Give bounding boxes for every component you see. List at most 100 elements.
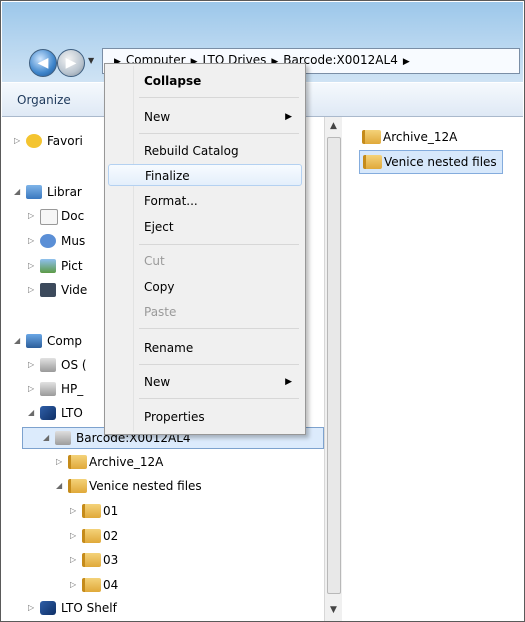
menu-item-label: Rebuild Catalog (144, 144, 239, 158)
tree-item-label: Vide (61, 283, 88, 297)
content-pane: Archive_12A Venice nested files (342, 117, 523, 621)
tree-item[interactable]: ◢ Venice nested files (56, 476, 302, 496)
expand-triangle-icon[interactable]: ▷ (28, 355, 38, 375)
forward-arrow-icon: ▶ (65, 55, 77, 71)
tree-item[interactable]: ▷ LTO Shelf (28, 598, 302, 618)
expand-triangle-icon[interactable]: ▷ (70, 526, 80, 546)
tree-item-label: 04 (103, 578, 119, 592)
menu-item-label: Finalize (145, 169, 190, 183)
drive-icon (40, 382, 56, 396)
tree-item[interactable]: ▷ 04 (70, 575, 302, 595)
lto-icon (40, 601, 56, 615)
tree-item[interactable]: ▷ 03 (70, 550, 302, 570)
menu-separator (139, 133, 299, 134)
tree-item-label: 03 (103, 553, 119, 567)
menu-item-label: Collapse (144, 74, 202, 88)
tree-item-label: Pict (61, 259, 83, 273)
explorer-window: ◀ ▶ ▼ ▶ Computer ▶ LTO Drives ▶ Barcode:X0012… (0, 0, 525, 622)
menu-item-collapse[interactable]: Collapse (108, 70, 302, 92)
tree-item[interactable]: ▷ 02 (70, 526, 302, 546)
submenu-arrow-icon: ▶ (285, 377, 292, 387)
folder-icon (82, 529, 101, 543)
expand-triangle-icon[interactable]: ▷ (28, 231, 38, 251)
tree-item-label: LTO Shelf (61, 601, 117, 615)
tree-item-label: Librar (47, 185, 82, 199)
tree-item-label: Archive_12A (89, 455, 164, 469)
menu-item-label: Format... (144, 194, 198, 208)
organize-button[interactable]: Organize (17, 93, 71, 107)
folder-icon (82, 553, 101, 567)
navigation-scrollbar[interactable]: ▲ ▼ (324, 117, 343, 621)
folder-icon (82, 504, 101, 518)
expand-triangle-icon[interactable]: ▷ (28, 598, 38, 618)
menu-item-rebuild-catalog[interactable]: Rebuild Catalog (108, 140, 302, 162)
menu-item-paste[interactable]: Paste (108, 301, 302, 323)
content-item-label: Archive_12A (383, 130, 458, 144)
folder-icon (362, 130, 381, 144)
menu-item-copy[interactable]: Copy (108, 276, 302, 298)
menu-item-format[interactable]: Format... (108, 190, 302, 212)
collapse-triangle-icon[interactable]: ◢ (28, 403, 38, 423)
star-icon (26, 134, 42, 148)
pict-icon (40, 259, 56, 273)
lto-icon (40, 406, 56, 420)
expand-triangle-icon[interactable]: ▷ (28, 256, 38, 276)
submenu-arrow-icon: ▶ (285, 112, 292, 122)
menu-item-label: Paste (144, 305, 177, 319)
forward-button[interactable]: ▶ (57, 49, 85, 77)
collapse-triangle-icon[interactable]: ◢ (43, 428, 53, 448)
tree-item-label: Comp (47, 334, 83, 348)
expand-triangle-icon[interactable]: ▷ (70, 575, 80, 595)
music-icon (40, 234, 56, 248)
content-item-label: Venice nested files (384, 155, 497, 169)
menu-separator (139, 364, 299, 365)
menu-item-cut[interactable]: Cut (108, 250, 302, 272)
tree-item-label: Mus (61, 234, 86, 248)
content-item[interactable]: Archive_12A (359, 126, 462, 148)
folder-icon (82, 578, 101, 592)
computer-icon (26, 334, 42, 348)
menu-item-new-2[interactable]: New ▶ (108, 371, 302, 393)
folder-icon (68, 455, 87, 469)
video-icon (40, 283, 56, 297)
tree-item[interactable]: ▷ Archive_12A (56, 452, 302, 472)
scroll-up-arrow-icon[interactable]: ▲ (327, 121, 340, 135)
menu-item-eject[interactable]: Eject (108, 216, 302, 238)
expand-triangle-icon[interactable]: ▷ (28, 379, 38, 399)
menu-separator (139, 97, 299, 98)
expand-triangle-icon[interactable]: ▷ (70, 501, 80, 521)
menu-separator (139, 328, 299, 329)
menu-item-label: Properties (144, 410, 205, 424)
menu-item-label: Eject (144, 220, 174, 234)
tree-item[interactable]: ▷ 01 (70, 501, 302, 521)
recent-pages-dropdown-icon[interactable]: ▼ (88, 56, 98, 66)
back-button[interactable]: ◀ (29, 49, 57, 77)
tree-item-label: Favori (47, 134, 83, 148)
breadcrumb-separator-icon: ▶ (402, 57, 410, 67)
scroll-down-arrow-icon[interactable]: ▼ (327, 605, 340, 619)
back-arrow-icon: ◀ (37, 55, 49, 71)
collapse-triangle-icon[interactable]: ◢ (14, 182, 24, 202)
menu-item-rename[interactable]: Rename (108, 337, 302, 359)
expand-triangle-icon[interactable]: ▷ (56, 452, 66, 472)
menu-item-properties[interactable]: Properties (108, 406, 302, 428)
tree-item-label: HP_ (61, 382, 84, 396)
menu-item-label: New (144, 375, 171, 389)
collapse-triangle-icon[interactable]: ◢ (14, 331, 24, 351)
expand-triangle-icon[interactable]: ▷ (14, 131, 24, 151)
menu-item-finalize[interactable]: Finalize (108, 164, 302, 186)
menu-item-label: Cut (144, 254, 165, 268)
tree-item-label: OS ( (61, 358, 87, 372)
scrollbar-thumb[interactable] (327, 137, 341, 594)
tree-item-label: Venice nested files (89, 479, 202, 493)
expand-triangle-icon[interactable]: ▷ (28, 280, 38, 300)
context-menu: Collapse New ▶ Rebuild Catalog Finalize F… (104, 63, 306, 435)
menu-separator (139, 244, 299, 245)
collapse-triangle-icon[interactable]: ◢ (56, 476, 66, 496)
menu-item-new[interactable]: New ▶ (108, 106, 302, 128)
tree-item-label: LTO (61, 406, 83, 420)
expand-triangle-icon[interactable]: ▷ (28, 206, 38, 226)
expand-triangle-icon[interactable]: ▷ (70, 550, 80, 570)
folder-icon (363, 155, 382, 169)
content-item[interactable]: Venice nested files (359, 150, 503, 174)
